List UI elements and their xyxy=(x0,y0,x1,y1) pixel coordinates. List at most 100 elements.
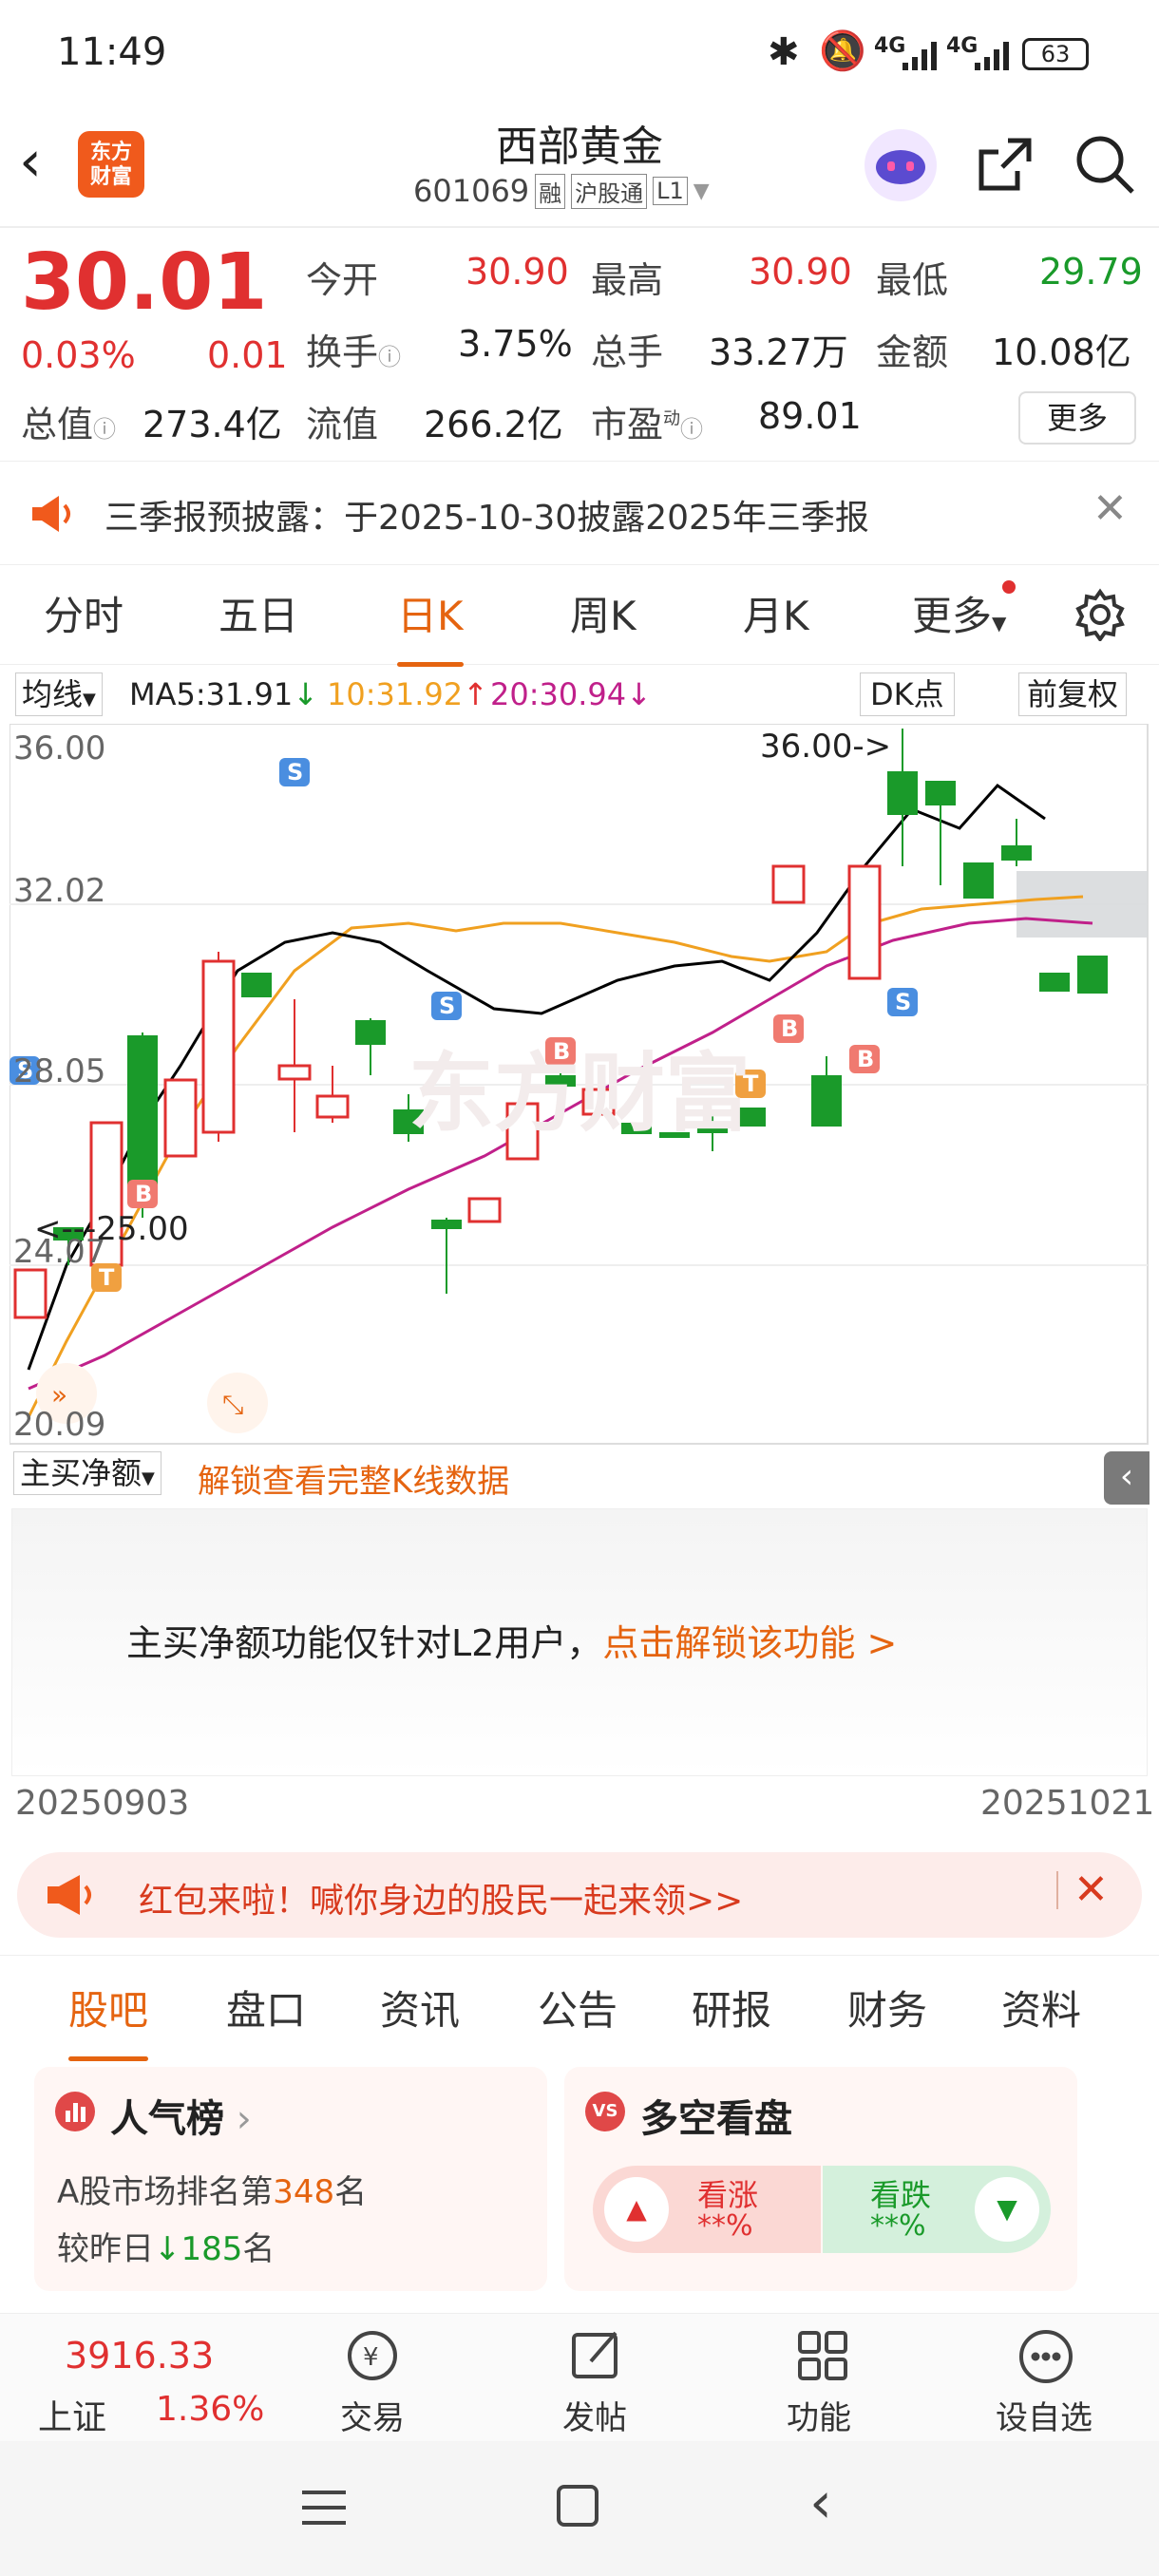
pe-sup: 动 xyxy=(663,408,681,429)
dropdown-icon[interactable]: ▼ xyxy=(694,180,710,203)
megaphone-icon xyxy=(28,490,76,538)
promo-text: 红包来啦！喊你身边的股民一起来领>> xyxy=(139,1882,744,1921)
popularity-title: 人气榜 › xyxy=(110,2088,252,2143)
y-label-bottom: 20.09 xyxy=(13,1406,106,1444)
caret-icon: ▼ xyxy=(142,1468,155,1488)
indicator-msg-text: 主买净额功能仅针对L2用户， xyxy=(126,1622,603,1664)
svg-text:¥: ¥ xyxy=(363,2343,379,2372)
mute-icon: 🔕 xyxy=(819,29,866,73)
stock-header: ‹ 东方 财富 西部黄金 601069 融 沪股通 L1 ▼ xyxy=(0,104,1159,228)
y-label-top: 36.00 xyxy=(13,729,106,767)
bull-button[interactable]: ▲ 看涨 **% xyxy=(593,2166,821,2253)
candle xyxy=(925,781,956,805)
stock-code: 601069 xyxy=(413,173,530,209)
signal-2: 4G xyxy=(946,34,978,58)
close-icon[interactable]: ✕ xyxy=(1092,484,1128,533)
ma5-label: MA5:31.91↓ xyxy=(129,676,318,712)
long-short-card[interactable]: VS 多空看盘 ▲ 看涨 **% 看跌 **% ▼ xyxy=(564,2067,1077,2291)
function-icon[interactable] xyxy=(794,2327,851,2384)
add-watchlist-icon[interactable] xyxy=(1016,2327,1075,2386)
candle xyxy=(963,862,994,899)
down-arrow: ↓ xyxy=(293,676,319,712)
candle xyxy=(431,1220,462,1229)
tab-profile[interactable]: 资料 xyxy=(1001,1979,1081,2036)
unlock-feature-link[interactable]: 点击解锁该功能 > xyxy=(602,1622,897,1664)
rank-value: 348 xyxy=(273,2173,335,2211)
date-end: 20251021 xyxy=(980,1784,1155,1823)
tab-intraday[interactable]: 分时 xyxy=(44,584,124,642)
candle xyxy=(201,959,236,1134)
svg-text:B: B xyxy=(781,1015,798,1042)
tab-pankou[interactable]: 盘口 xyxy=(226,1979,306,2036)
candle xyxy=(811,1075,842,1127)
unlock-link[interactable]: 解锁查看完整K线数据 xyxy=(198,1455,509,1502)
bottom-nav: 3916.33 上证 1.36% ¥ 交易 发帖 功能 设自选 xyxy=(0,2313,1159,2441)
tab-finance[interactable]: 财务 xyxy=(847,1979,927,2036)
more-quote-button[interactable]: 更多 xyxy=(1018,391,1136,445)
pe-value: 89.01 xyxy=(758,395,862,437)
assistant-avatar[interactable] xyxy=(864,129,937,201)
tab-weekly-k[interactable]: 周K xyxy=(570,584,636,642)
signal-bars-icon-2 xyxy=(975,42,1013,70)
open-value: 30.90 xyxy=(466,251,569,293)
down-arrow: ↓ xyxy=(626,676,652,712)
ma-type-select[interactable]: 均线▼ xyxy=(15,672,103,716)
tab-guba[interactable]: 股吧 xyxy=(68,1979,149,2061)
adjust-button[interactable]: 前复权 xyxy=(1018,672,1128,716)
volume-label: 总手 xyxy=(591,331,664,373)
svg-text:S: S xyxy=(439,993,455,1019)
bear-button[interactable]: 看跌 **% ▼ xyxy=(823,2166,1051,2253)
tab-research[interactable]: 研报 xyxy=(692,1979,771,2036)
caret-icon: ▼ xyxy=(992,612,1007,635)
kline-chart[interactable]: S S S S B B B B T T 东方财富 » ⤡ xyxy=(10,724,1150,1446)
search-icon[interactable] xyxy=(1074,133,1136,196)
post-label[interactable]: 发帖 xyxy=(562,2392,627,2438)
high-value: 30.90 xyxy=(749,251,852,293)
share-icon[interactable] xyxy=(974,133,1036,196)
tab-news[interactable]: 资讯 xyxy=(380,1979,460,2036)
pe-label-text: 市盈 xyxy=(591,404,664,445)
tab-daily-k[interactable]: 日K xyxy=(397,584,464,667)
vs-icon: VS xyxy=(585,2092,625,2131)
tab-monthly-k[interactable]: 月K xyxy=(743,584,809,642)
trade-label[interactable]: 交易 xyxy=(340,2392,405,2438)
back-nav-icon[interactable]: ‹ xyxy=(809,2470,832,2536)
down-arrow-icon: ↓ xyxy=(154,2230,181,2268)
post-icon[interactable] xyxy=(568,2327,625,2384)
settings-icon[interactable] xyxy=(1074,588,1127,643)
function-label[interactable]: 功能 xyxy=(787,2392,851,2438)
tab-announcement[interactable]: 公告 xyxy=(538,1979,618,2036)
fullscreen-glyph: ⤡ xyxy=(222,1389,243,1420)
candle xyxy=(1001,845,1032,861)
red-dot xyxy=(1002,580,1016,594)
index-value[interactable]: 3916.33 xyxy=(65,2335,214,2377)
indicator-select[interactable]: 主买净额▼ xyxy=(13,1451,162,1495)
index-pct: 1.36% xyxy=(156,2390,265,2429)
popularity-card[interactable]: 人气榜 › A股市场排名第348名 较昨日↓185名 xyxy=(34,2067,547,2291)
projection-box xyxy=(1016,871,1148,938)
rank-suffix: 名 xyxy=(334,2173,368,2211)
candle xyxy=(1039,973,1070,992)
tab-more[interactable]: 更多▼ xyxy=(912,580,1016,642)
ma20-value: 20:30.94 xyxy=(490,676,627,712)
long-short-title: 多空看盘 xyxy=(640,2097,792,2141)
trade-icon[interactable]: ¥ xyxy=(338,2327,407,2384)
dk-point-button[interactable]: DK点 xyxy=(860,672,955,716)
close-icon[interactable]: ✕ xyxy=(1074,1866,1109,1914)
candle xyxy=(127,1035,158,1199)
menu-icon[interactable] xyxy=(302,2489,346,2527)
volume-value: 33.27万 xyxy=(709,331,848,373)
y-label-2: 32.02 xyxy=(13,872,106,910)
turnover-label-text: 换手 xyxy=(306,331,379,373)
add-watchlist-label[interactable]: 设自选 xyxy=(996,2392,1092,2438)
promo-banner[interactable]: 红包来啦！喊你身边的股民一起来领>> ✕ xyxy=(17,1852,1142,1938)
status-bar: 11:49 ✱ 🔕 4G 4G 63 xyxy=(0,0,1159,104)
tab-5day[interactable]: 五日 xyxy=(218,584,298,642)
info-icon[interactable]: ⓘ xyxy=(378,344,401,370)
mktcap-value: 273.4亿 xyxy=(142,404,282,445)
info-icon[interactable]: ⓘ xyxy=(680,416,703,443)
collapse-icon[interactable]: ‹ xyxy=(1104,1451,1150,1505)
notice-bar[interactable]: 三季报预披露：于2025-10-30披露2025年三季报 ✕ xyxy=(0,461,1159,565)
home-icon[interactable] xyxy=(557,2485,598,2527)
info-icon[interactable]: ⓘ xyxy=(93,416,116,443)
